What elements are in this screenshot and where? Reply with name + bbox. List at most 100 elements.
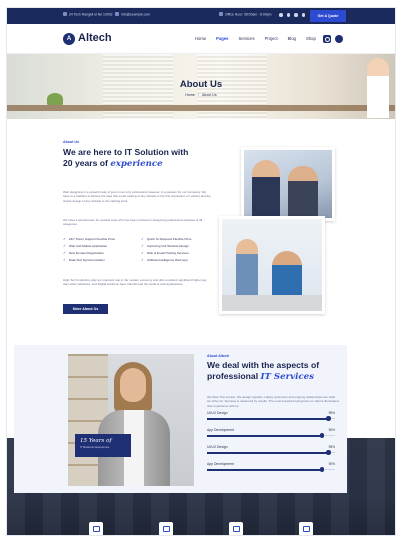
skill-value: 95% [328, 445, 335, 449]
about-heading-emphasis: experience [110, 159, 163, 169]
skill-name: UI/UX Design [207, 445, 228, 449]
breadcrumb-home[interactable]: Home [185, 93, 195, 97]
nav-item-home[interactable]: Home [195, 36, 206, 41]
nav-item-blog[interactable]: Blog [288, 36, 296, 41]
person-figure [236, 239, 258, 299]
social-links [279, 13, 305, 17]
skill-progress-knob [319, 433, 325, 438]
top-bar: 24 Tech Rangeli el Ne 10002 info@example… [7, 8, 395, 24]
twitter-icon[interactable] [286, 13, 290, 17]
skill-row: UI/UX Design 95% [207, 445, 335, 457]
about-heading-line2: 20 years of [63, 158, 108, 168]
skill-name: App Development [207, 462, 234, 466]
nav-item-shop[interactable]: Shop [306, 36, 316, 41]
feature-item: Artificial Intelligence Web App [141, 258, 223, 262]
face-shape [120, 368, 146, 402]
skill-row: App Development 90% [207, 462, 335, 474]
linkedin-icon[interactable] [294, 13, 298, 17]
years-badge-subtitle: IT Business Experience [80, 445, 110, 449]
hero-desk-image [7, 105, 395, 111]
person-figure [272, 251, 302, 301]
logo-letter: A [66, 36, 72, 42]
skill-progress-knob [319, 467, 325, 472]
mail-icon [115, 12, 119, 16]
team-photo-top [241, 147, 335, 221]
skill-progress-knob [326, 450, 331, 455]
hours-text: Office Hour: 08:00am - 6:00pm [225, 12, 272, 17]
person-figure [288, 166, 318, 218]
feature-item: Web And Mobile Application [63, 244, 141, 248]
service-icon[interactable] [159, 522, 173, 535]
page-frame: 24 Tech Rangeli el Ne 10002 info@example… [7, 8, 395, 535]
service-icon[interactable] [89, 522, 103, 535]
location-icon [63, 12, 67, 16]
get-quote-button[interactable]: Get A Quote [310, 10, 346, 22]
feature-list: 24/7 Hours Support Flexible Price Quick … [63, 237, 223, 262]
team-photo-bottom [219, 216, 325, 314]
about-heading-line1: We are here to IT Solution with [63, 147, 189, 157]
facebook-icon[interactable] [279, 13, 283, 17]
about-paragraph-2: We have a special team for website style… [63, 218, 203, 227]
cloud-icon [302, 526, 310, 532]
cart-icon[interactable] [335, 35, 343, 43]
years-badge: 15 Years of IT Business Experience [75, 434, 131, 457]
team-photo-image [222, 219, 322, 311]
skill-value: 95% [328, 411, 335, 415]
clock-icon [219, 12, 223, 16]
skill-name: App Development [207, 428, 234, 432]
nav-item-project[interactable]: Project [265, 36, 278, 41]
feature-item: New Domain Registration [63, 251, 141, 255]
aspects-tag: About Altech [207, 354, 230, 358]
skill-value: 90% [328, 428, 335, 432]
breadcrumb-current: About Us [201, 93, 217, 97]
hours-info: Office Hour: 08:00am - 6:00pm [219, 12, 272, 17]
feature-item: 24/7 Hours Support Flexible Price [63, 237, 141, 241]
instagram-icon[interactable] [301, 13, 305, 17]
skill-name: UI/UX Design [207, 411, 228, 415]
person-figure [252, 160, 280, 218]
breadcrumb: Home / About Us [7, 93, 395, 97]
search-icon[interactable] [323, 35, 331, 43]
aspects-heading: We deal with the aspects of professional… [207, 360, 347, 383]
feature-item: Improving Our Website Design [141, 244, 223, 248]
skill-progress-fill [207, 417, 329, 420]
more-about-button[interactable]: More About Us [63, 304, 108, 314]
aspects-heading-emphasis: IT Services [260, 372, 314, 382]
aspects-heading-line2: professional [207, 371, 259, 381]
aspects-heading-line1: We deal with the aspects of [207, 360, 320, 370]
email-info[interactable]: info@example.com [115, 12, 150, 17]
page-title: About Us [179, 79, 223, 90]
about-tag: About Us [63, 140, 79, 144]
page-hero: About Us Home / About Us [7, 54, 395, 119]
consultant-photo [68, 354, 194, 486]
feature-item: Quick To Respond Flexible Price [141, 237, 223, 241]
about-paragraph-1: Web designing in a powerful way of just … [63, 190, 211, 203]
skill-progress-fill [207, 451, 329, 454]
about-heading: We are here to IT Solution with 20 years… [63, 147, 223, 170]
logo-icon[interactable]: A [63, 33, 75, 45]
address-text: 24 Tech Rangeli el Ne 10002 [69, 12, 113, 17]
service-icon[interactable] [299, 522, 313, 535]
email-text[interactable]: info@example.com [121, 13, 150, 17]
aspects-paragraph: We listen first service. We design toget… [207, 395, 339, 408]
skill-value: 90% [328, 462, 335, 466]
nav-item-pages[interactable]: Pages [216, 36, 228, 41]
skill-row: UI/UX Design 95% [207, 411, 335, 423]
feature-item: Data Test Synchronization [63, 258, 141, 262]
server-icon [232, 526, 240, 532]
skill-row: App Development 90% [207, 428, 335, 440]
monitor-icon [92, 526, 100, 532]
skill-progress-knob [326, 416, 331, 421]
skill-progress-fill [207, 434, 323, 437]
team-photo-image [244, 150, 332, 218]
address-info: 24 Tech Rangeli el Ne 10002 [63, 12, 112, 17]
about-paragraph-3: High-Tech Industries play an important r… [63, 278, 207, 287]
service-icon[interactable] [229, 522, 243, 535]
feature-item: Web & Email Hosting Services [141, 251, 223, 255]
years-badge-title: 15 Years of [80, 438, 112, 444]
breadcrumb-separator: / [197, 93, 199, 97]
nav-item-services[interactable]: Services [239, 36, 255, 41]
main-navbar: A Altech Home Pages Services Project Blo… [7, 24, 395, 54]
brand-name[interactable]: Altech [78, 32, 112, 44]
main-nav: Home Pages Services Project Blog Shop [195, 36, 316, 41]
